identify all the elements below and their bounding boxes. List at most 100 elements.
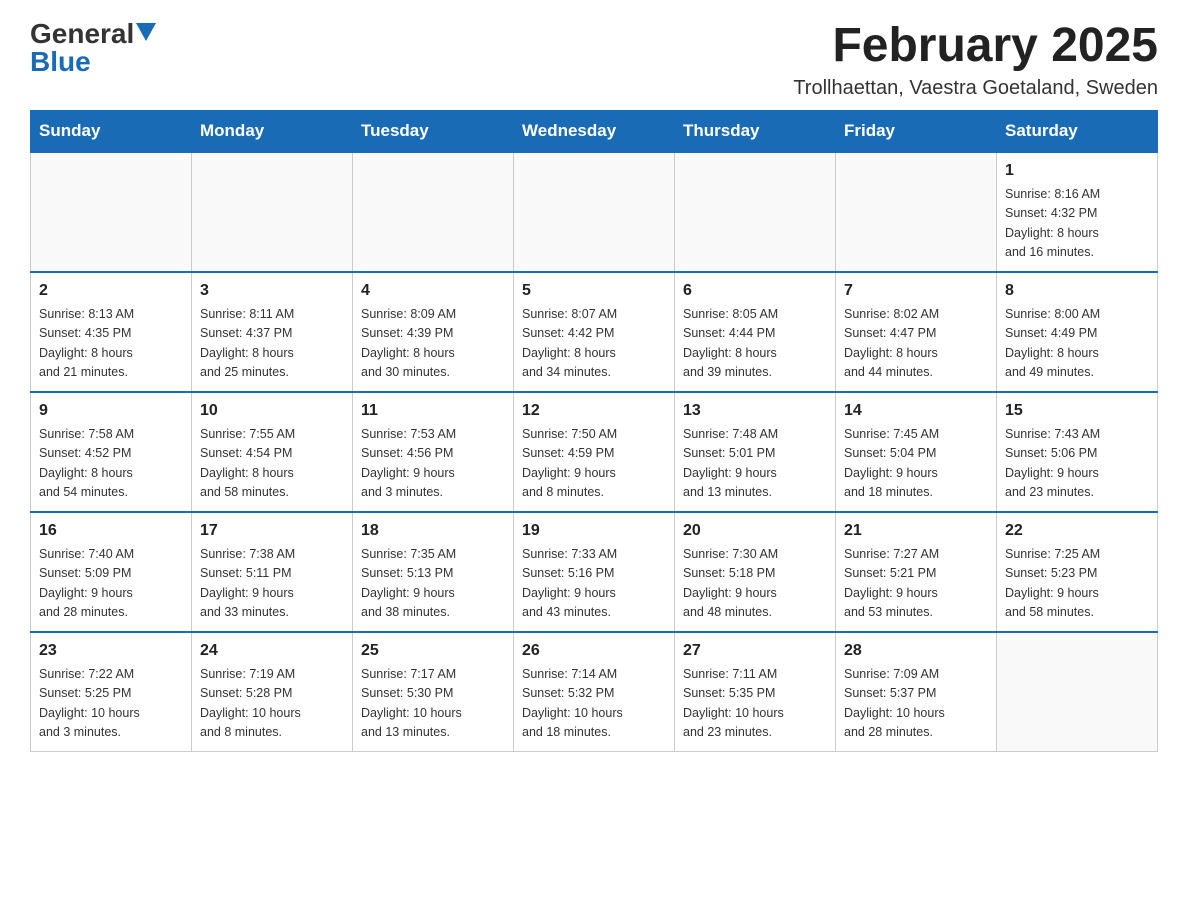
day-cell: 10Sunrise: 7:55 AMSunset: 4:54 PMDayligh… [192, 392, 353, 512]
day-cell: 18Sunrise: 7:35 AMSunset: 5:13 PMDayligh… [353, 512, 514, 632]
day-number: 9 [39, 399, 183, 423]
day-info: Sunrise: 7:35 AMSunset: 5:13 PMDaylight:… [361, 545, 505, 623]
month-title: February 2025 [793, 20, 1158, 73]
day-info: Sunrise: 7:25 AMSunset: 5:23 PMDaylight:… [1005, 545, 1149, 623]
weekday-header-row: Sunday Monday Tuesday Wednesday Thursday… [31, 110, 1158, 152]
day-cell: 1Sunrise: 8:16 AMSunset: 4:32 PMDaylight… [997, 152, 1158, 272]
day-number: 12 [522, 399, 666, 423]
day-number: 7 [844, 279, 988, 303]
day-cell: 14Sunrise: 7:45 AMSunset: 5:04 PMDayligh… [836, 392, 997, 512]
day-info: Sunrise: 7:19 AMSunset: 5:28 PMDaylight:… [200, 665, 344, 743]
day-info: Sunrise: 7:40 AMSunset: 5:09 PMDaylight:… [39, 545, 183, 623]
day-number: 14 [844, 399, 988, 423]
week-row-3: 16Sunrise: 7:40 AMSunset: 5:09 PMDayligh… [31, 512, 1158, 632]
day-info: Sunrise: 8:13 AMSunset: 4:35 PMDaylight:… [39, 305, 183, 383]
location-text: Trollhaettan, Vaestra Goetaland, Sweden [793, 77, 1158, 100]
day-cell: 20Sunrise: 7:30 AMSunset: 5:18 PMDayligh… [675, 512, 836, 632]
day-cell: 4Sunrise: 8:09 AMSunset: 4:39 PMDaylight… [353, 272, 514, 392]
logo-general-text: General [30, 20, 134, 48]
day-info: Sunrise: 7:33 AMSunset: 5:16 PMDaylight:… [522, 545, 666, 623]
header-monday: Monday [192, 110, 353, 152]
day-number: 16 [39, 519, 183, 543]
day-info: Sunrise: 7:55 AMSunset: 4:54 PMDaylight:… [200, 425, 344, 503]
day-info: Sunrise: 8:11 AMSunset: 4:37 PMDaylight:… [200, 305, 344, 383]
day-number: 1 [1005, 159, 1149, 183]
week-row-1: 2Sunrise: 8:13 AMSunset: 4:35 PMDaylight… [31, 272, 1158, 392]
day-cell: 21Sunrise: 7:27 AMSunset: 5:21 PMDayligh… [836, 512, 997, 632]
day-number: 6 [683, 279, 827, 303]
day-cell [353, 152, 514, 272]
day-cell: 17Sunrise: 7:38 AMSunset: 5:11 PMDayligh… [192, 512, 353, 632]
day-info: Sunrise: 7:58 AMSunset: 4:52 PMDaylight:… [39, 425, 183, 503]
day-info: Sunrise: 7:09 AMSunset: 5:37 PMDaylight:… [844, 665, 988, 743]
week-row-0: 1Sunrise: 8:16 AMSunset: 4:32 PMDaylight… [31, 152, 1158, 272]
day-cell: 3Sunrise: 8:11 AMSunset: 4:37 PMDaylight… [192, 272, 353, 392]
day-number: 19 [522, 519, 666, 543]
day-info: Sunrise: 7:53 AMSunset: 4:56 PMDaylight:… [361, 425, 505, 503]
logo: General Blue [30, 20, 156, 76]
day-cell: 9Sunrise: 7:58 AMSunset: 4:52 PMDaylight… [31, 392, 192, 512]
day-info: Sunrise: 7:30 AMSunset: 5:18 PMDaylight:… [683, 545, 827, 623]
day-cell: 5Sunrise: 8:07 AMSunset: 4:42 PMDaylight… [514, 272, 675, 392]
day-info: Sunrise: 8:05 AMSunset: 4:44 PMDaylight:… [683, 305, 827, 383]
title-section: February 2025 Trollhaettan, Vaestra Goet… [793, 20, 1158, 100]
day-cell [192, 152, 353, 272]
header-sunday: Sunday [31, 110, 192, 152]
header-friday: Friday [836, 110, 997, 152]
day-cell: 27Sunrise: 7:11 AMSunset: 5:35 PMDayligh… [675, 632, 836, 752]
day-number: 22 [1005, 519, 1149, 543]
day-cell [675, 152, 836, 272]
week-row-4: 23Sunrise: 7:22 AMSunset: 5:25 PMDayligh… [31, 632, 1158, 752]
day-info: Sunrise: 7:11 AMSunset: 5:35 PMDaylight:… [683, 665, 827, 743]
day-cell: 11Sunrise: 7:53 AMSunset: 4:56 PMDayligh… [353, 392, 514, 512]
day-number: 23 [39, 639, 183, 663]
day-cell [514, 152, 675, 272]
day-cell [836, 152, 997, 272]
day-number: 13 [683, 399, 827, 423]
day-number: 28 [844, 639, 988, 663]
day-info: Sunrise: 8:00 AMSunset: 4:49 PMDaylight:… [1005, 305, 1149, 383]
day-number: 25 [361, 639, 505, 663]
day-cell [31, 152, 192, 272]
day-number: 21 [844, 519, 988, 543]
day-info: Sunrise: 7:38 AMSunset: 5:11 PMDaylight:… [200, 545, 344, 623]
day-info: Sunrise: 7:27 AMSunset: 5:21 PMDaylight:… [844, 545, 988, 623]
day-number: 2 [39, 279, 183, 303]
day-number: 4 [361, 279, 505, 303]
header-saturday: Saturday [997, 110, 1158, 152]
day-number: 8 [1005, 279, 1149, 303]
day-info: Sunrise: 7:17 AMSunset: 5:30 PMDaylight:… [361, 665, 505, 743]
day-cell: 8Sunrise: 8:00 AMSunset: 4:49 PMDaylight… [997, 272, 1158, 392]
day-cell: 25Sunrise: 7:17 AMSunset: 5:30 PMDayligh… [353, 632, 514, 752]
day-cell [997, 632, 1158, 752]
header-tuesday: Tuesday [353, 110, 514, 152]
day-info: Sunrise: 7:22 AMSunset: 5:25 PMDaylight:… [39, 665, 183, 743]
day-cell: 12Sunrise: 7:50 AMSunset: 4:59 PMDayligh… [514, 392, 675, 512]
day-cell: 7Sunrise: 8:02 AMSunset: 4:47 PMDaylight… [836, 272, 997, 392]
day-info: Sunrise: 7:43 AMSunset: 5:06 PMDaylight:… [1005, 425, 1149, 503]
day-cell: 2Sunrise: 8:13 AMSunset: 4:35 PMDaylight… [31, 272, 192, 392]
calendar-table: Sunday Monday Tuesday Wednesday Thursday… [30, 110, 1158, 753]
day-cell: 22Sunrise: 7:25 AMSunset: 5:23 PMDayligh… [997, 512, 1158, 632]
logo-triangle-icon [136, 23, 156, 41]
day-cell: 13Sunrise: 7:48 AMSunset: 5:01 PMDayligh… [675, 392, 836, 512]
header-thursday: Thursday [675, 110, 836, 152]
day-number: 3 [200, 279, 344, 303]
header-wednesday: Wednesday [514, 110, 675, 152]
day-number: 26 [522, 639, 666, 663]
day-number: 5 [522, 279, 666, 303]
day-cell: 24Sunrise: 7:19 AMSunset: 5:28 PMDayligh… [192, 632, 353, 752]
day-info: Sunrise: 8:02 AMSunset: 4:47 PMDaylight:… [844, 305, 988, 383]
day-info: Sunrise: 8:16 AMSunset: 4:32 PMDaylight:… [1005, 185, 1149, 263]
day-info: Sunrise: 8:07 AMSunset: 4:42 PMDaylight:… [522, 305, 666, 383]
day-number: 11 [361, 399, 505, 423]
logo-blue-text: Blue [30, 46, 91, 77]
week-row-2: 9Sunrise: 7:58 AMSunset: 4:52 PMDaylight… [31, 392, 1158, 512]
day-info: Sunrise: 8:09 AMSunset: 4:39 PMDaylight:… [361, 305, 505, 383]
day-number: 20 [683, 519, 827, 543]
day-number: 27 [683, 639, 827, 663]
day-cell: 28Sunrise: 7:09 AMSunset: 5:37 PMDayligh… [836, 632, 997, 752]
day-info: Sunrise: 7:50 AMSunset: 4:59 PMDaylight:… [522, 425, 666, 503]
day-info: Sunrise: 7:48 AMSunset: 5:01 PMDaylight:… [683, 425, 827, 503]
day-cell: 26Sunrise: 7:14 AMSunset: 5:32 PMDayligh… [514, 632, 675, 752]
